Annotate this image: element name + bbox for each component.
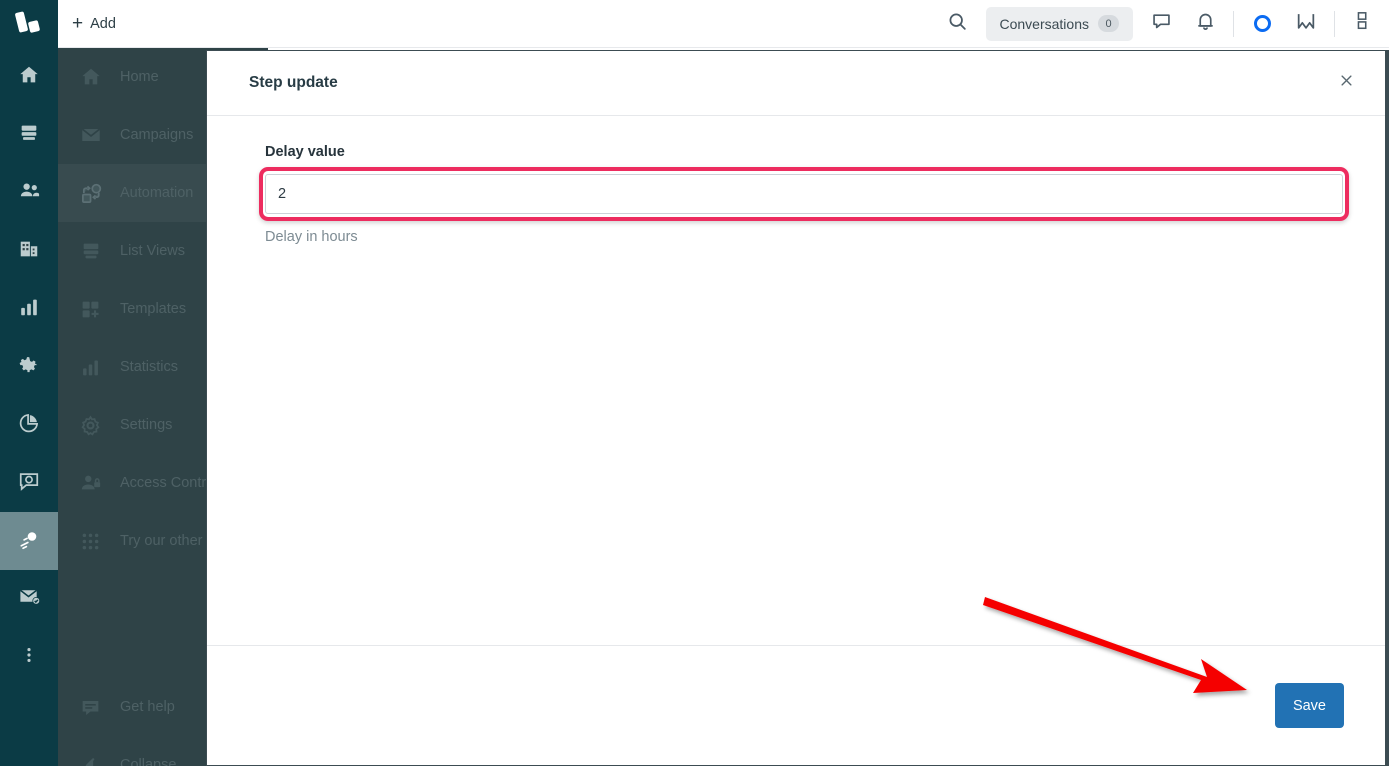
gear-icon	[80, 414, 106, 436]
app-root: Home Campaigns Automation List Views Tem…	[0, 0, 1389, 766]
list-icon	[18, 122, 40, 149]
step-update-modal: Step update Delay value Delay in hours S…	[206, 50, 1389, 766]
modal-body: Delay value Delay in hours	[207, 116, 1385, 645]
chat-bubble-icon	[1151, 11, 1172, 37]
home-icon	[18, 64, 40, 91]
modal-header: Step update	[207, 51, 1385, 116]
rail-item-statistics[interactable]	[0, 280, 58, 338]
envelope-check-icon	[18, 585, 41, 613]
add-button[interactable]: + Add	[72, 14, 116, 33]
sidebar-item-label: Statistics	[120, 359, 179, 375]
help-chat-icon	[80, 697, 106, 718]
top-bar: + Add Conversations 0	[58, 0, 1389, 48]
conversations-pill[interactable]: Conversations 0	[985, 6, 1133, 41]
rail-item-companies[interactable]	[0, 222, 58, 280]
app-logo[interactable]	[0, 0, 58, 48]
rail-item-conversations[interactable]	[0, 454, 58, 512]
icon-rail	[0, 0, 58, 766]
chevron-left-icon	[80, 755, 106, 766]
rail-item-contacts[interactable]	[0, 164, 58, 222]
sidebar-item-label: Home	[120, 69, 159, 85]
bookmark-icon	[1295, 10, 1317, 37]
chat-refresh-icon	[18, 470, 40, 497]
gear-icon	[18, 354, 40, 381]
conversations-count-badge: 0	[1098, 15, 1119, 32]
rail-item-automation[interactable]	[0, 512, 58, 570]
delay-value-input[interactable]	[265, 174, 1343, 214]
list-views-icon	[80, 240, 106, 262]
sidebar-item-label: Collapse	[120, 757, 177, 766]
sidebar-item-label: Access Control	[120, 475, 218, 491]
modal-title: Step update	[249, 74, 338, 91]
rail-item-home[interactable]	[0, 48, 58, 106]
bar-chart-icon	[18, 296, 40, 323]
automation-spark-icon	[17, 527, 41, 556]
modal-footer: Save	[207, 645, 1385, 765]
envelope-icon	[80, 124, 106, 146]
apps-button[interactable]	[1341, 0, 1385, 48]
delay-value-input-wrap	[259, 167, 1349, 221]
pie-chart-icon	[18, 412, 40, 439]
conversations-label: Conversations	[999, 15, 1090, 32]
rail-item-reports[interactable]	[0, 396, 58, 454]
sidebar-item-label: Get help	[120, 699, 175, 715]
bookmark-button[interactable]	[1284, 0, 1328, 48]
company-icon	[18, 238, 40, 265]
contacts-icon	[18, 179, 41, 207]
automation-icon	[80, 182, 106, 205]
close-icon	[1339, 73, 1354, 93]
more-vertical-icon	[19, 645, 39, 670]
rail-item-more[interactable]	[0, 628, 58, 686]
bar-chart-icon	[80, 357, 106, 378]
sidebar-item-label: List Views	[120, 243, 186, 259]
search-button[interactable]	[936, 0, 980, 48]
access-control-icon	[80, 472, 106, 494]
top-bar-actions: Conversations 0	[936, 0, 1389, 48]
delay-value-help-text: Delay in hours	[265, 229, 358, 245]
save-button[interactable]: Save	[1274, 683, 1344, 728]
add-button-label: Add	[90, 15, 116, 32]
sidebar-item-label: Settings	[120, 417, 173, 433]
home-icon	[80, 66, 106, 88]
templates-icon	[80, 299, 106, 320]
rail-item-lists[interactable]	[0, 106, 58, 164]
brand-button[interactable]	[1240, 0, 1284, 48]
apps-grid-icon	[80, 531, 106, 552]
toolbar-divider	[1233, 10, 1234, 37]
sidebar-item-label: Templates	[120, 301, 187, 317]
sidebar-item-label: Automation	[120, 185, 194, 201]
apps-grid-icon	[1355, 11, 1371, 36]
delay-value-label: Delay value	[265, 144, 345, 160]
bell-icon	[1195, 11, 1216, 37]
search-icon	[947, 11, 968, 37]
chat-button[interactable]	[1139, 0, 1183, 48]
plus-icon: +	[72, 13, 84, 34]
sidebar-item-label: Campaigns	[120, 127, 194, 143]
toolbar-divider-2	[1334, 10, 1335, 37]
rail-item-transactional[interactable]	[0, 570, 58, 628]
app-logo-mark	[14, 11, 44, 37]
notifications-button[interactable]	[1183, 0, 1227, 48]
brand-circle-icon	[1253, 15, 1271, 32]
rail-item-settings[interactable]	[0, 338, 58, 396]
close-button[interactable]	[1331, 68, 1361, 98]
